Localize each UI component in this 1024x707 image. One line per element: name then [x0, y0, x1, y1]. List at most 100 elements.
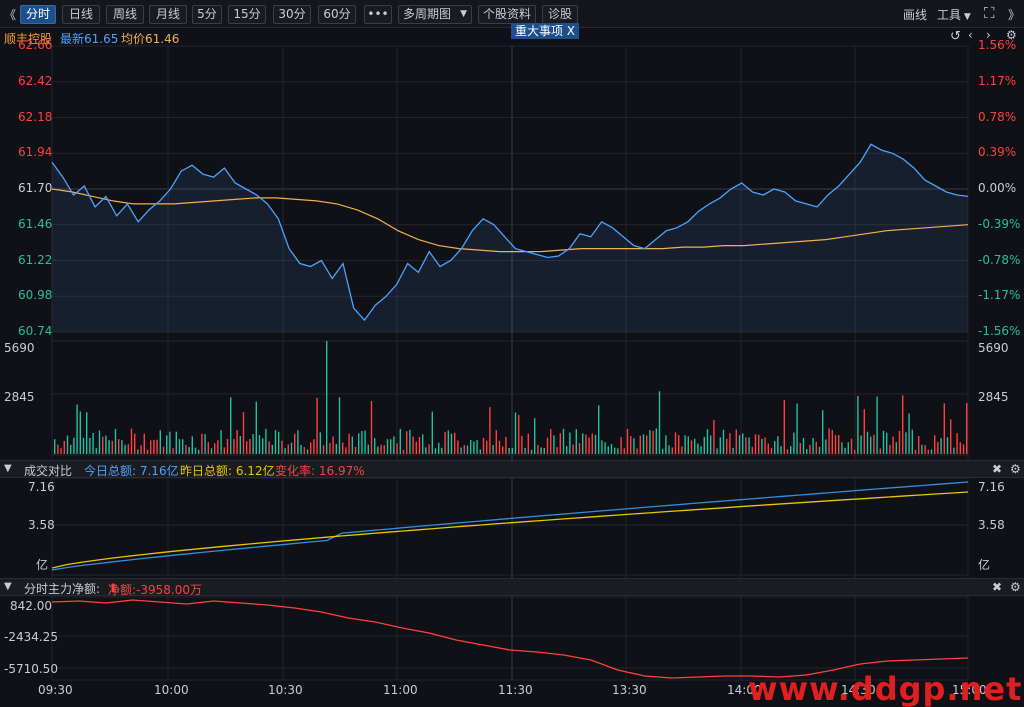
volume-bar: [674, 432, 677, 454]
volume-bar: [636, 448, 638, 454]
volume-bar: [428, 444, 430, 454]
volume-bar: [914, 449, 917, 454]
volume-bar: [559, 433, 561, 454]
volume-bar: [460, 447, 462, 454]
price-tick-left: 61.22: [18, 252, 53, 267]
volume-bar: [89, 438, 91, 454]
volume-bar: [79, 411, 81, 454]
volume-bar: [921, 444, 923, 454]
volume-bar: [361, 431, 363, 454]
volume-bar: [678, 435, 680, 454]
price-tick-left: 60.98: [18, 288, 53, 303]
volume-bar: [681, 446, 683, 454]
volume-bar: [377, 446, 379, 454]
percent-tick-right: 0.00%: [978, 181, 1017, 195]
volume-bar: [146, 449, 149, 454]
volume-bar: [463, 445, 465, 454]
volume-bar: [831, 429, 833, 454]
volume-bar: [409, 429, 411, 454]
volume-bar: [521, 436, 523, 454]
volume-bar: [722, 429, 725, 454]
volume-bar: [591, 433, 593, 454]
volume-bar: [370, 401, 373, 454]
turnover-axis-unit-right: 亿: [978, 558, 991, 572]
volume-bar: [457, 440, 459, 454]
volume-bar: [108, 440, 110, 454]
collapse-icon[interactable]: ▼: [4, 581, 12, 592]
volume-bar: [502, 446, 504, 454]
volume-bar: [687, 436, 689, 454]
volume-bar: [524, 447, 526, 454]
volume-bar: [774, 441, 776, 454]
volume-bar: [703, 437, 705, 454]
volume-bar: [671, 447, 673, 454]
yesterday-turnover-line: [51, 491, 969, 569]
volume-bar: [226, 439, 229, 454]
volume-bar: [316, 397, 318, 454]
volume-bar: [326, 341, 328, 454]
volume-bar: [383, 445, 385, 454]
volume-bar: [70, 444, 72, 454]
volume-bar: [191, 436, 193, 454]
volume-bar: [415, 441, 417, 454]
volume-bar: [799, 443, 801, 454]
volume-bar: [63, 441, 65, 454]
volume-bar: [908, 413, 910, 454]
price-tick-left: 62.18: [18, 109, 53, 124]
volume-bar: [124, 444, 126, 454]
volume-bar: [306, 449, 309, 454]
volume-bar: [886, 432, 888, 454]
volume-bar: [924, 445, 926, 454]
volume-bar: [329, 442, 331, 454]
turnover-axis-mid-right: 3.58: [978, 518, 1005, 532]
volume-bar: [630, 436, 632, 454]
turnover-axis-mid-left: 3.58: [28, 518, 55, 532]
volume-bar: [310, 442, 312, 454]
volume-bar: [278, 431, 280, 454]
collapse-icon[interactable]: ▼: [4, 463, 12, 474]
percent-tick-right: -0.78%: [978, 252, 1021, 267]
close-panel-icon[interactable]: ✖: [992, 580, 1002, 594]
volume-bar: [825, 439, 827, 454]
volume-bar: [818, 446, 821, 454]
percent-tick-right: 0.78%: [978, 109, 1017, 124]
volume-bar: [332, 436, 334, 454]
volume-bar: [111, 440, 113, 454]
volume-bar: [898, 431, 901, 454]
volume-bar: [777, 436, 779, 454]
volume-bar: [662, 448, 664, 454]
volume-bar: [607, 446, 609, 454]
volume-bar: [175, 431, 177, 454]
volume-bar: [534, 418, 536, 454]
volume-bar: [614, 447, 616, 454]
volume-bar: [761, 438, 763, 454]
turnover-panel-header: ▼ 成交对比 今日总额: 7.16亿 昨日总额: 6.12亿 变化率: 16.9…: [0, 460, 1024, 478]
price-tick-left: 61.70: [18, 181, 53, 195]
volume-bar: [697, 443, 699, 454]
volume-bar: [655, 428, 657, 454]
volume-bar: [492, 445, 494, 454]
volume-bar: [102, 436, 104, 454]
volume-bar: [809, 444, 811, 454]
close-panel-icon[interactable]: ✖: [992, 462, 1002, 476]
panel-settings-icon[interactable]: ⚙: [1010, 462, 1021, 476]
volume-bar: [962, 444, 965, 454]
arrow-up-icon: ⬆: [108, 581, 119, 595]
volume-bar: [143, 433, 145, 454]
volume-bar: [319, 432, 321, 454]
volume-bar: [911, 429, 913, 454]
volume-bar: [646, 435, 648, 454]
volume-bar: [159, 430, 161, 454]
percent-tick-right: 1.17%: [978, 73, 1017, 88]
volume-bar: [748, 437, 750, 454]
price-tick-left: 61.94: [18, 145, 53, 160]
volume-bar: [274, 430, 277, 454]
flow-axis-top: 842.00: [10, 599, 52, 613]
volume-bar: [95, 448, 97, 454]
volume-bar: [649, 430, 651, 454]
volume-bar: [156, 439, 158, 454]
volume-bar: [527, 433, 529, 454]
panel-settings-icon[interactable]: ⚙: [1010, 580, 1021, 594]
volume-bar: [505, 437, 507, 454]
volume-bar: [150, 440, 152, 454]
